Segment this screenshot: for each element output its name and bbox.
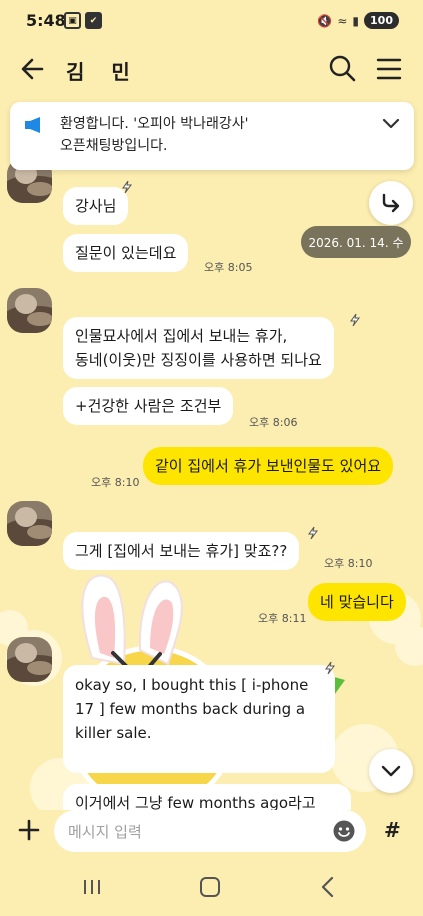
system-navigation-bar [0,856,423,916]
message-input-placeholder: 메시지 입력 [68,823,142,841]
message-text: 같이 집에서 휴가 보낸인물도 있어요 [155,457,382,475]
my-message-bubble[interactable]: 같이 집에서 휴가 보낸인물도 있어요 [143,447,394,485]
message-text: 그게 [집에서 보내는 휴가] 맞죠?? [75,542,288,560]
notice-text: 환영합니다. '오피아 박나래강사' 오픈채팅방입니다. [60,113,360,157]
back-icon[interactable] [320,876,334,898]
plus-icon[interactable] [14,815,44,845]
signal-icon: ▮ [352,13,360,28]
message-bubble[interactable]: okay so, I bought this [ i-phone 17 ] fe… [63,665,335,773]
notice-line-2: 오픈채팅방입니다. [60,138,168,154]
avatar[interactable] [7,501,52,546]
message-time: 오후 8:05 [204,261,253,274]
status-bar: 5:48 ▣ ✔ 🔇 ≈ ▮ 100 [0,0,423,42]
message-text: +건강한 사람은 조건부 [75,397,222,415]
scroll-down-button[interactable] [369,749,413,793]
chat-title: 김 민 [66,60,140,84]
wifi-icon: ≈ [337,13,348,28]
message-input-bar: 메시지 입력 # [0,810,423,856]
message-bubble[interactable]: +건강한 사람은 조건부 [63,387,234,425]
lightning-icon [350,313,360,327]
battery-level: 100 [364,12,399,29]
status-system-icons: 🔇 ≈ ▮ 100 [317,12,399,29]
chat-header: 김 민 [0,42,423,98]
lightning-icon [122,180,132,194]
message-bubble[interactable]: 그게 [집에서 보내는 휴가] 맞죠?? [63,532,300,570]
lightning-icon [325,661,335,675]
message-time: 오후 8:10 [324,557,373,570]
message-bubble[interactable]: 인물묘사에서 집에서 보내는 휴가, 동네(이웃)만 징징이를 사용하면 되나요 [63,317,334,379]
recent-apps-icon[interactable] [82,878,102,896]
emoji-icon[interactable] [332,819,356,843]
message-text: 질문이 있는데요 [75,244,177,262]
reply-arrow-icon [382,193,400,213]
message-time: 오후 8:06 [249,416,298,429]
search-icon[interactable] [328,54,356,82]
notice-line-1: 환영합니다. '오피아 박나래강사' [60,116,249,132]
screenshot-icon: ▣ [64,12,81,29]
message-time: 오후 8:10 [91,476,140,489]
back-arrow-icon[interactable] [20,56,46,82]
status-notification-icons: ▣ ✔ [64,12,102,29]
avatar[interactable] [7,288,52,333]
message-bubble[interactable]: 질문이 있는데요 [63,234,189,272]
message-text: 강사님 [75,197,117,215]
chevron-down-icon [381,765,401,777]
home-icon[interactable] [200,877,220,897]
status-time: 5:48 [26,11,66,30]
talk-notification-icon: ✔ [85,12,102,29]
message-text: 네 맞습니다 [320,593,394,611]
mute-icon: 🔇 [317,13,333,28]
avatar[interactable] [7,637,52,682]
message-text-line: 인물묘사에서 집에서 보내는 휴가, [75,327,288,345]
message-text: okay so, I bought this [ i-phone 17 ] fe… [75,676,309,742]
hashtag-icon[interactable]: # [384,818,401,842]
menu-icon[interactable] [376,57,402,81]
notice-banner[interactable]: 환영합니다. '오피아 박나래강사' 오픈채팅방입니다. [10,102,414,170]
message-bubble[interactable]: 강사님 [63,187,129,225]
my-message-bubble[interactable]: 네 맞습니다 [308,583,406,621]
lightning-icon [308,526,318,540]
date-chip: 2026. 01. 14. 수 [301,226,411,258]
message-time: 오후 8:11 [258,612,307,625]
message-text-line: 동네(이웃)만 징징이를 사용하면 되나요 [75,351,322,369]
message-input[interactable]: 메시지 입력 [54,810,366,852]
megaphone-icon [25,117,40,133]
chevron-down-icon[interactable] [382,116,400,132]
reply-button[interactable] [369,181,413,225]
